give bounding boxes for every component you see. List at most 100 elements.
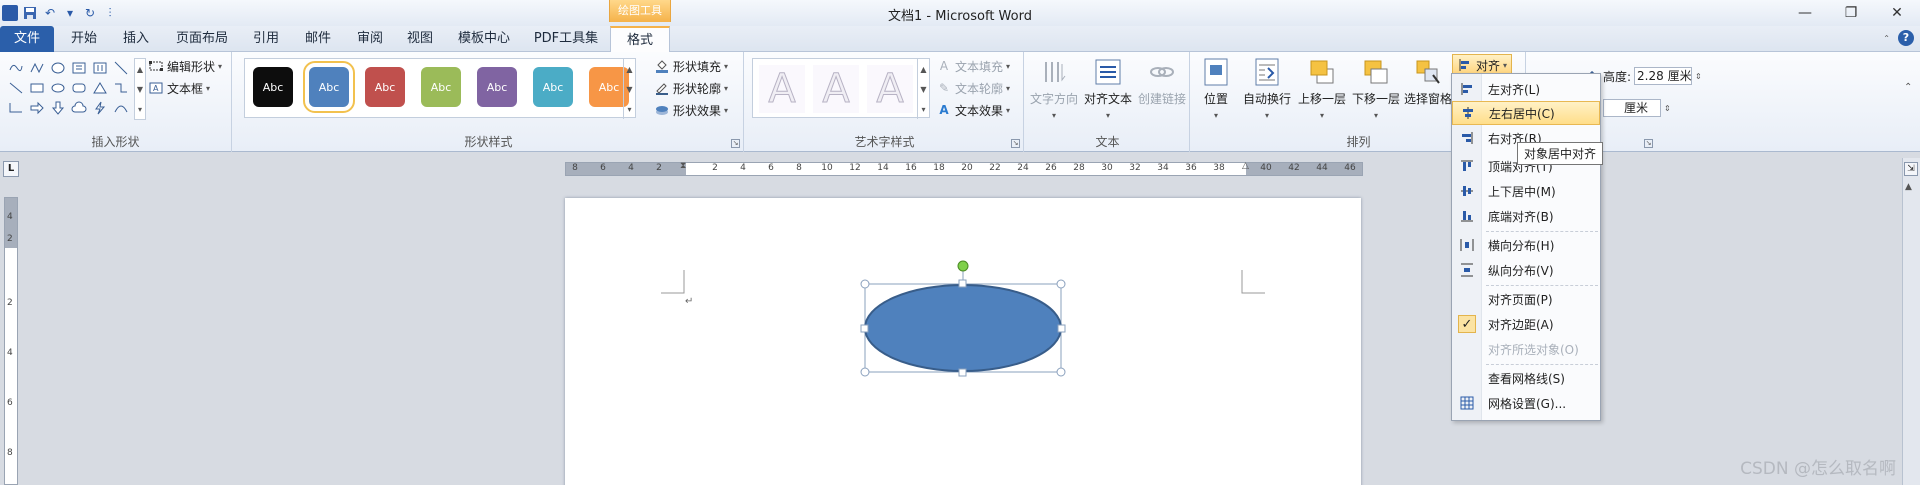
shape-style-item[interactable]: Abc [253, 67, 293, 107]
cloud-shape-icon[interactable] [69, 98, 89, 118]
tab-insert[interactable]: 插入 [116, 26, 156, 52]
size-launcher[interactable]: ↘ [1644, 139, 1653, 148]
tab-template-center[interactable]: 模板中心 [452, 26, 516, 52]
right-arrow-shape-icon[interactable] [27, 98, 47, 118]
down-arrow-shape-icon[interactable] [48, 98, 68, 118]
text-box-button[interactable]: A 文本框 ▾ [148, 78, 210, 98]
menu-item-align-middle[interactable]: 上下居中(M) [1452, 179, 1600, 203]
restore-button[interactable]: ❐ [1828, 0, 1874, 26]
tab-selector-button[interactable]: L [3, 161, 19, 177]
shape-fill-button[interactable]: 形状填充 ▾ [654, 56, 728, 76]
width-input[interactable]: 厘米 [1603, 99, 1661, 117]
shape-outline-button[interactable]: 形状轮廓 ▾ [654, 78, 728, 98]
create-link-button[interactable]: 创建链接 [1136, 56, 1188, 130]
shape-style-item[interactable]: Abc [421, 67, 461, 107]
scribble-shape-icon[interactable] [27, 58, 47, 78]
window-title: 文档1 - Microsoft Word [888, 9, 1032, 24]
align-center-icon [1453, 106, 1483, 120]
indent-marker-icon[interactable]: ⧗ [680, 161, 686, 171]
oval-callout-icon[interactable] [48, 58, 68, 78]
textbox-shape-icon[interactable] [69, 58, 89, 78]
rounded-rectangle-icon[interactable] [69, 78, 89, 98]
shape-style-item-selected[interactable]: Abc [303, 61, 355, 113]
minimize-button[interactable]: — [1782, 0, 1828, 26]
menu-item-align-to-margin[interactable]: ✓ 对齐边距(A) [1452, 312, 1600, 336]
height-input[interactable]: 2.28 厘米 [1634, 67, 1693, 85]
ruler-left-margin [566, 163, 686, 175]
right-indent-marker-icon[interactable]: △ [1242, 161, 1249, 171]
horizontal-ruler[interactable]: ⧗ △ 8 6 4 2 2 4 6 8 10 12 14 16 18 20 22… [565, 161, 1363, 176]
ruler-number: 6 [768, 163, 774, 173]
bring-forward-button[interactable]: 上移一层 ▾ [1294, 56, 1350, 130]
minimize-ribbon-icon[interactable]: ⌃ [1883, 34, 1890, 43]
menu-item-align-to-page[interactable]: 对齐页面(P) [1452, 287, 1600, 311]
menu-item-align-left[interactable]: 左对齐(L) [1452, 77, 1600, 101]
send-backward-button[interactable]: 下移一层 ▾ [1348, 56, 1404, 130]
vruler-number: 8 [7, 448, 13, 458]
freeform-shape-icon[interactable] [6, 58, 26, 78]
elbow-connector-icon[interactable] [111, 78, 131, 98]
oval-shape-icon[interactable] [48, 78, 68, 98]
tab-mailings[interactable]: 邮件 [298, 26, 338, 52]
close-button[interactable]: ✕ [1874, 0, 1920, 26]
shapes-gallery-scroll[interactable]: ▲ ▼ ▾ [134, 58, 146, 120]
width-spinner[interactable]: ⇕ [1664, 104, 1671, 113]
vruler-number: 2 [7, 298, 13, 308]
arc-shape-icon[interactable] [111, 98, 131, 118]
vertical-scrollbar[interactable]: ⇲ ▲ [1902, 158, 1920, 485]
height-spinner[interactable]: ⇕ [1695, 72, 1702, 81]
shape-styles-scroll[interactable]: ▲ ▼ ▾ [623, 59, 635, 119]
shape-effects-button[interactable]: 形状效果 ▾ [654, 100, 728, 120]
align-text-button[interactable]: 对齐文本 ▾ [1082, 56, 1134, 130]
menu-item-distribute-vertical[interactable]: 纵向分布(V) [1452, 258, 1600, 282]
shape-style-item[interactable]: Abc [365, 67, 405, 107]
tab-format[interactable]: 格式 [610, 26, 670, 53]
position-button[interactable]: 位置 ▾ [1192, 56, 1240, 130]
menu-item-align-center[interactable]: 左右居中(C) [1452, 101, 1600, 125]
triangle-shape-icon[interactable] [90, 78, 110, 98]
menu-item-distribute-horizontal[interactable]: 横向分布(H) [1452, 233, 1600, 257]
shape-style-item[interactable]: Abc [533, 67, 573, 107]
tab-review[interactable]: 审阅 [350, 26, 390, 52]
menu-item-view-gridlines[interactable]: 查看网格线(S) [1452, 366, 1600, 390]
selection-pane-button[interactable]: 选择窗格 [1400, 56, 1456, 130]
ribbon-scroll-icon[interactable]: ⌃ [1904, 82, 1918, 102]
menu-item-align-bottom[interactable]: 底端对齐(B) [1452, 204, 1600, 228]
line-shape-icon[interactable] [111, 58, 131, 78]
tab-pdf-tools[interactable]: PDF工具集 [530, 26, 602, 52]
shape-style-item[interactable]: Abc [477, 67, 517, 107]
scroll-up-icon[interactable]: ▲ [1905, 182, 1912, 192]
text-effects-button[interactable]: A 文本效果 ▾ [936, 100, 1010, 120]
text-outline-button[interactable]: ✎ 文本轮廓 ▾ [936, 78, 1010, 98]
elbow-arrow-icon[interactable] [6, 98, 26, 118]
diagonal-line-icon[interactable] [6, 78, 26, 98]
edit-shape-button[interactable]: 编辑形状 ▾ [148, 56, 222, 76]
help-icon[interactable]: ? [1898, 30, 1914, 46]
ruler-toggle-icon[interactable]: ⇲ [1904, 162, 1918, 176]
text-direction-button[interactable]: 文字方向 ▾ [1028, 56, 1080, 130]
vertical-ruler[interactable]: 4 2 2 4 6 8 [4, 197, 18, 485]
vertical-textbox-icon[interactable] [90, 58, 110, 78]
selected-oval-shape[interactable] [857, 258, 1069, 382]
tab-references[interactable]: 引用 [246, 26, 286, 52]
shape-styles-launcher[interactable]: ↘ [731, 139, 740, 148]
tab-page-layout[interactable]: 页面布局 [170, 26, 234, 52]
wordart-style-item[interactable]: A [867, 65, 913, 113]
crop-mark-top-right [1241, 270, 1265, 294]
wordart-scroll[interactable]: ▲ ▼ ▾ [917, 59, 929, 119]
ruler-number: 46 [1344, 163, 1356, 173]
rectangle-shape-icon[interactable] [27, 78, 47, 98]
wordart-style-item[interactable]: A [813, 65, 859, 113]
align-center-tooltip: 对象居中对齐 [1517, 142, 1604, 165]
wrap-text-button[interactable]: 自动换行 ▾ [1238, 56, 1296, 130]
document-page[interactable]: ↵ [565, 198, 1361, 485]
menu-item-grid-settings[interactable]: 网格设置(G)... [1452, 391, 1600, 415]
tab-view[interactable]: 视图 [400, 26, 440, 52]
wordart-style-item[interactable]: A [759, 65, 805, 113]
tab-file[interactable]: 文件 [0, 26, 54, 52]
lightning-shape-icon[interactable] [90, 98, 110, 118]
text-fill-button[interactable]: A 文本填充 ▾ [936, 56, 1010, 76]
wordart-launcher[interactable]: ↘ [1011, 139, 1020, 148]
tab-home[interactable]: 开始 [64, 26, 104, 52]
ruler-number: 30 [1101, 163, 1113, 173]
